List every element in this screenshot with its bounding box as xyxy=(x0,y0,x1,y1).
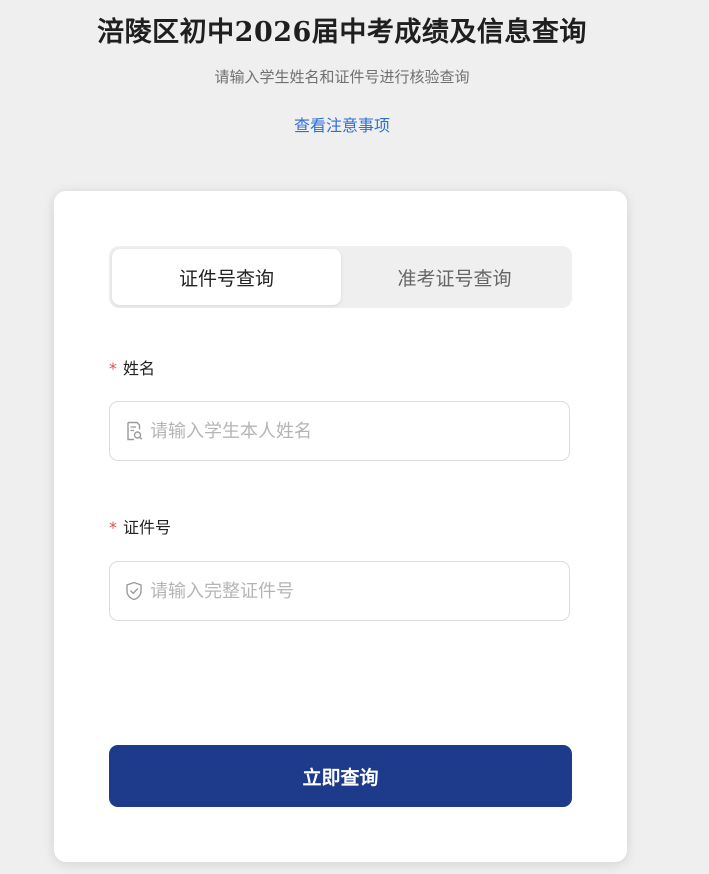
shield-check-icon xyxy=(125,581,143,601)
query-card: 证件号查询 准考证号查询 * 姓名 * 证件号 立即查询 xyxy=(54,191,627,862)
required-mark: * xyxy=(109,359,117,378)
name-input[interactable] xyxy=(150,420,550,442)
id-number-field[interactable] xyxy=(109,561,570,621)
query-type-tabs: 证件号查询 准考证号查询 xyxy=(109,246,572,308)
notice-link[interactable]: 查看注意事项 xyxy=(0,112,684,136)
name-field-label: * 姓名 xyxy=(109,355,155,379)
tab-id-number-query[interactable]: 证件号查询 xyxy=(112,249,341,305)
page-subtitle: 请输入学生姓名和证件号进行核验查询 xyxy=(214,68,470,86)
name-field[interactable] xyxy=(109,401,570,461)
page-title: 涪陵区初中2026届中考成绩及信息查询 xyxy=(97,17,587,48)
id-number-label-text: 证件号 xyxy=(123,518,172,537)
required-mark: * xyxy=(109,518,117,537)
name-label-text: 姓名 xyxy=(123,359,156,378)
tab-exam-number-query[interactable]: 准考证号查询 xyxy=(340,249,569,305)
submit-query-button[interactable]: 立即查询 xyxy=(109,745,572,807)
id-card-search-icon xyxy=(125,421,143,441)
id-number-input[interactable] xyxy=(150,580,550,602)
id-number-field-label: * 证件号 xyxy=(109,514,171,538)
